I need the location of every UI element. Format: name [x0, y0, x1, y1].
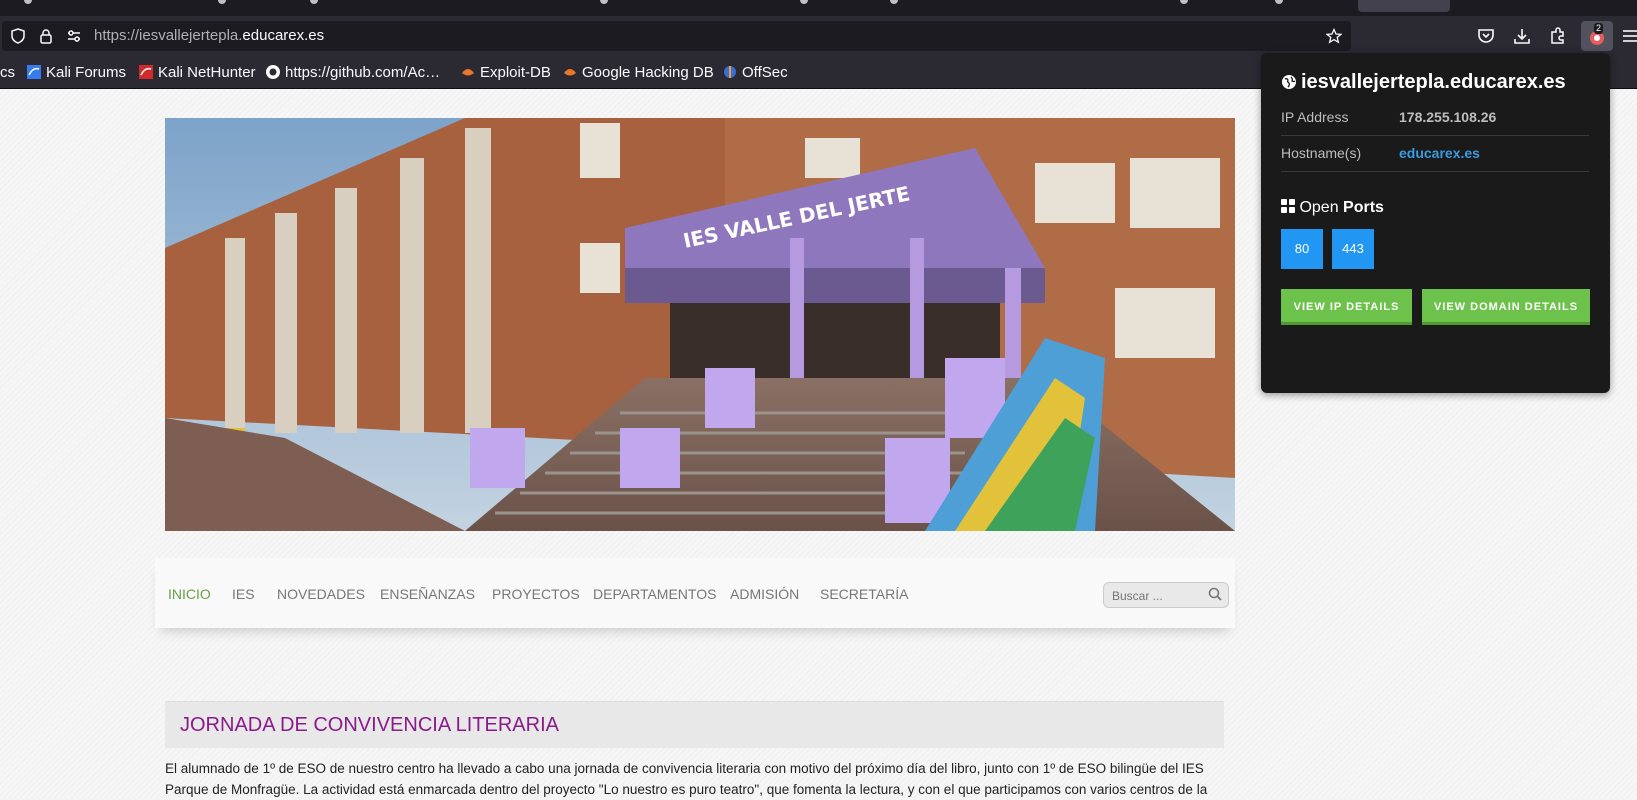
- extensions-icon[interactable]: [1548, 26, 1568, 46]
- offsec-icon: [724, 66, 736, 78]
- nav-departamentos[interactable]: DEPARTAMENTOS: [593, 586, 716, 602]
- shield-icon[interactable]: [10, 28, 26, 44]
- view-ip-details-button[interactable]: VIEW IP DETAILS: [1281, 289, 1412, 325]
- hostname-label: Hostname(s): [1281, 145, 1362, 161]
- search-icon[interactable]: [1208, 587, 1222, 601]
- port-80[interactable]: 80: [1281, 229, 1323, 269]
- ip-value: 178.255.108.26: [1399, 109, 1497, 125]
- bookmark-label: OffSec: [742, 64, 788, 81]
- bookmark-label: Google Hacking DB: [582, 64, 714, 81]
- tab-indicator[interactable]: [1180, 0, 1188, 4]
- lock-icon[interactable]: [38, 28, 54, 44]
- nav-novedades[interactable]: NOVEDADES: [277, 586, 365, 602]
- open-ports-title: Open Ports: [1281, 199, 1384, 217]
- globe-icon: [1282, 75, 1296, 89]
- tab-indicator[interactable]: [1275, 0, 1283, 4]
- menu-icon[interactable]: [1622, 26, 1637, 46]
- kali-icon: [27, 65, 41, 79]
- nav-secretaria[interactable]: SECRETARÍA: [820, 586, 908, 602]
- popup-domain: iesvallejertepla.educarex.es: [1301, 71, 1566, 93]
- bookmark-item[interactable]: Exploit-DB: [461, 64, 551, 81]
- search-input[interactable]: [1110, 586, 1202, 606]
- url-domain: educarex.es: [242, 27, 325, 44]
- extension-badge: 2: [1594, 23, 1604, 34]
- tab-indicator[interactable]: [310, 0, 318, 4]
- nav-proyectos[interactable]: PROYECTOS: [492, 586, 580, 602]
- tab-indicator[interactable]: [218, 0, 226, 4]
- grid-icon: [1281, 199, 1295, 213]
- bookmark-label: Exploit-DB: [480, 64, 551, 81]
- post-title[interactable]: JORNADA DE CONVIVENCIA LITERARIA: [180, 714, 559, 737]
- ghdb-icon: [564, 69, 576, 76]
- tab-indicator[interactable]: [24, 0, 32, 4]
- nav-ensenanzas[interactable]: ENSEÑANZAS: [380, 586, 475, 602]
- bookmark-label: cs: [0, 64, 15, 81]
- hostname-row: Hostname(s) educarex.es: [1281, 135, 1589, 172]
- post-body: El alumnado de 1º de ESO de nuestro cent…: [165, 761, 1208, 797]
- url-prefix: https://iesvallejertepla.: [94, 27, 243, 44]
- popup-title: iesvallejertepla.educarex.es: [1281, 71, 1566, 94]
- shodan-popup: iesvallejertepla.educarex.es IP Address …: [1261, 53, 1610, 393]
- bookmark-item[interactable]: Google Hacking DB: [563, 64, 714, 81]
- bookmark-star-icon[interactable]: [1325, 27, 1343, 44]
- active-tab[interactable]: [1358, 0, 1450, 12]
- site-search: [1103, 582, 1229, 608]
- bookmark-item[interactable]: Kali NetHunter: [139, 64, 256, 81]
- url-bar[interactable]: https://iesvallejertepla.educarex.es: [2, 21, 1351, 51]
- hostname-link[interactable]: educarex.es: [1399, 145, 1480, 161]
- kali-nethunter-icon: [139, 65, 153, 79]
- nav-admision[interactable]: ADMISIÓN: [730, 586, 799, 602]
- pocket-icon[interactable]: [1476, 26, 1496, 46]
- bookmark-item[interactable]: Kali Forums: [27, 64, 126, 81]
- hero-image: IES VALLE DEL JERTE: [165, 118, 1235, 531]
- tab-indicator[interactable]: [800, 0, 808, 4]
- bookmark-label: Kali NetHunter: [158, 64, 256, 81]
- permissions-icon[interactable]: [66, 28, 82, 44]
- url-text[interactable]: https://iesvallejertepla.educarex.es: [94, 27, 324, 44]
- port-443[interactable]: 443: [1332, 229, 1374, 269]
- tab-strip: [0, 0, 1637, 16]
- ports-title-a: Open: [1299, 199, 1339, 216]
- downloads-icon[interactable]: [1512, 26, 1532, 46]
- ip-label: IP Address: [1281, 109, 1349, 125]
- view-domain-details-button[interactable]: VIEW DOMAIN DETAILS: [1422, 289, 1590, 325]
- bookmark-item[interactable]: cs: [0, 64, 15, 81]
- exploit-db-icon: [462, 69, 474, 76]
- tab-indicator[interactable]: [890, 0, 898, 4]
- ip-row: IP Address 178.255.108.26: [1281, 99, 1589, 136]
- nav-inicio[interactable]: INICIO: [168, 586, 211, 602]
- bookmark-label: Kali Forums: [46, 64, 127, 81]
- tab-indicator[interactable]: [600, 0, 608, 4]
- github-icon: [266, 65, 280, 79]
- bookmark-item[interactable]: https://github.com/Ac…: [266, 64, 440, 81]
- main-navigation: INICIO IES NOVEDADES ENSEÑANZAS PROYECTO…: [155, 558, 1235, 628]
- bookmark-label: https://github.com/Ac…: [285, 64, 441, 81]
- nav-ies[interactable]: IES: [232, 586, 255, 602]
- post-header: JORNADA DE CONVIVENCIA LITERARIA: [165, 701, 1224, 748]
- bookmark-item[interactable]: OffSec: [723, 64, 788, 81]
- ports-title-b: Ports: [1343, 199, 1384, 216]
